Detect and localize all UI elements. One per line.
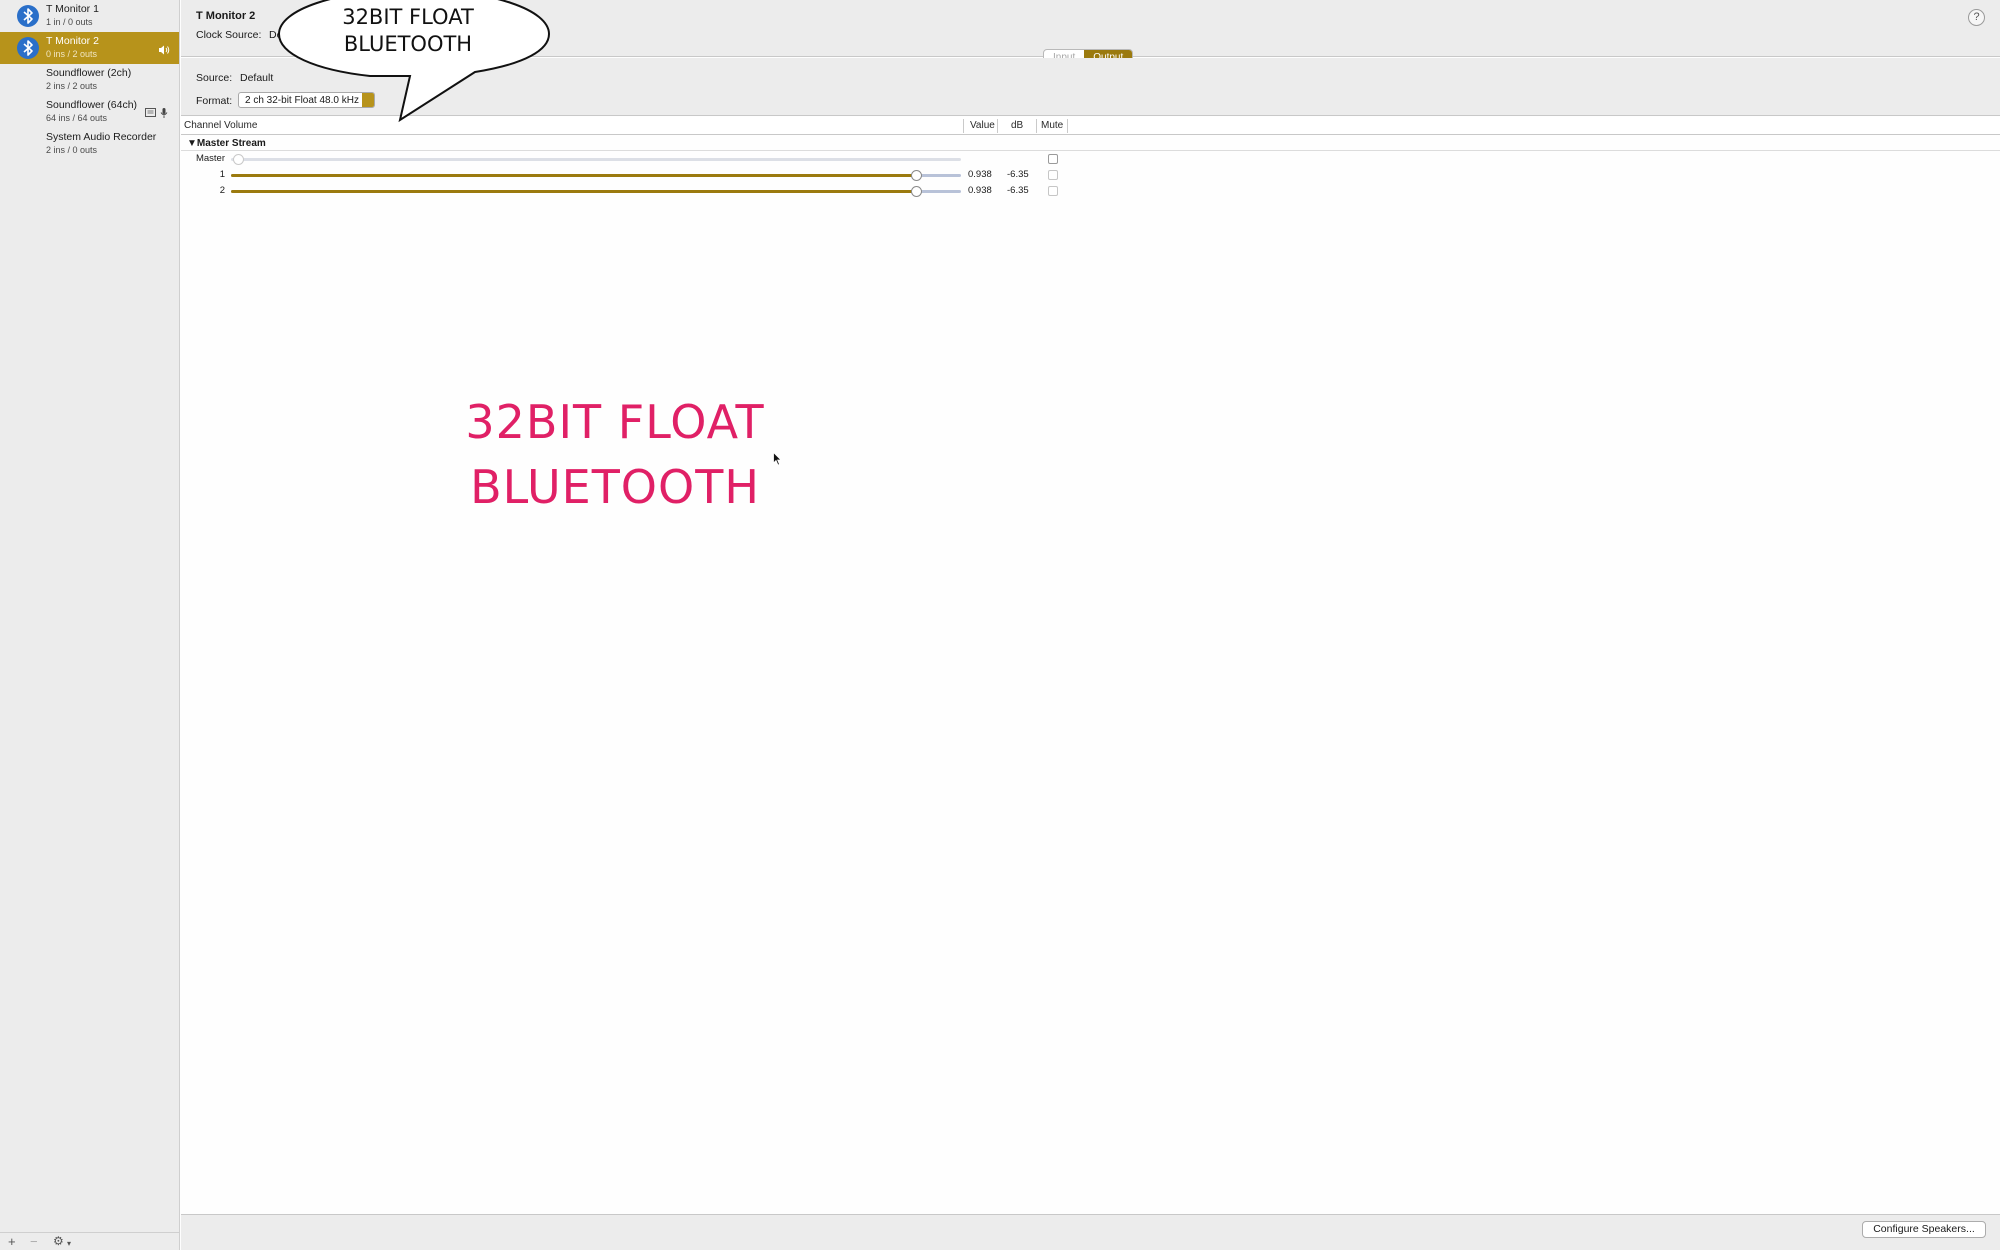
device-io-count: 2 ins / 0 outs — [46, 145, 98, 155]
device-io-count: 2 ins / 2 outs — [46, 81, 98, 91]
device-io-count: 0 ins / 2 outs — [46, 49, 98, 59]
speech-bubble-text: 32BIT FLOAT BLUETOOTH — [290, 4, 526, 58]
column-divider — [997, 119, 998, 133]
channel-db: -6.35 — [1007, 169, 1029, 180]
channel-row: 2 0.938 -6.35 — [181, 183, 2000, 199]
channel-label: Master — [195, 153, 225, 164]
volume-slider-knob[interactable] — [910, 170, 922, 181]
device-sidebar: T Monitor 1 1 in / 0 outs T Monitor 2 0 … — [0, 0, 180, 1250]
column-divider — [1067, 119, 1068, 133]
channel-row: 1 0.938 -6.35 — [181, 167, 2000, 183]
volume-slider[interactable] — [231, 186, 961, 197]
column-divider — [1036, 119, 1037, 133]
channel-value: 0.938 — [968, 169, 992, 180]
device-name: Soundflower (2ch) — [46, 67, 132, 79]
column-mute[interactable]: Mute — [1041, 120, 1063, 131]
speech-bubble-line: BLUETOOTH — [343, 32, 473, 56]
device-item-t-monitor-1[interactable]: T Monitor 1 1 in / 0 outs — [0, 0, 179, 32]
device-name: T Monitor 2 — [46, 35, 99, 47]
audio-midi-setup-window: T Monitor 1 1 in / 0 outs T Monitor 2 0 … — [0, 0, 2000, 1250]
column-db[interactable]: dB — [1011, 120, 1023, 131]
device-io-count: 64 ins / 64 outs — [46, 113, 108, 123]
microphone-icon — [160, 108, 168, 118]
source-label: Source: — [196, 72, 233, 84]
device-name: Soundflower (64ch) — [46, 99, 138, 111]
format-label: Format: — [196, 95, 233, 107]
column-divider — [963, 119, 964, 133]
device-name: System Audio Recorder — [46, 131, 157, 143]
channel-label: 1 — [219, 169, 225, 180]
mouse-cursor-icon — [773, 452, 782, 466]
bluetooth-icon — [17, 5, 39, 27]
mute-checkbox[interactable] — [1048, 186, 1058, 196]
clock-source-label: Clock Source: — [196, 29, 262, 41]
sidebar-toolbar: + − ⚙ ▾ — [0, 1232, 179, 1250]
master-stream-group[interactable]: ▼Master Stream — [181, 136, 2000, 151]
speech-bubble-line: 32BIT FLOAT — [342, 5, 474, 29]
add-device-button[interactable]: + — [8, 1234, 16, 1249]
device-detail-pane: T Monitor 2 Clock Source: De ? Input Out… — [181, 0, 2000, 1250]
bluetooth-icon — [17, 37, 39, 59]
help-button[interactable]: ? — [1968, 9, 1985, 26]
device-item-t-monitor-2[interactable]: T Monitor 2 0 ins / 2 outs — [0, 32, 179, 64]
volume-slider-fill — [231, 190, 916, 193]
screen-icon — [145, 108, 156, 117]
device-title: T Monitor 2 — [196, 10, 256, 22]
mute-checkbox[interactable] — [1048, 170, 1058, 180]
device-item-soundflower-2ch[interactable]: Soundflower (2ch) 2 ins / 2 outs — [0, 64, 179, 96]
column-value[interactable]: Value — [970, 120, 995, 131]
volume-slider[interactable] — [231, 154, 961, 165]
chevron-down-icon[interactable]: ▾ — [67, 1236, 71, 1250]
device-name: T Monitor 1 — [46, 3, 99, 15]
device-item-soundflower-64ch[interactable]: Soundflower (64ch) 64 ins / 64 outs — [0, 96, 179, 128]
annotation-line: 32BIT FLOAT — [465, 395, 765, 449]
volume-slider[interactable] — [231, 170, 961, 181]
configure-speakers-button[interactable]: Configure Speakers... — [1862, 1221, 1986, 1238]
channel-value: 0.938 — [968, 185, 992, 196]
remove-device-button[interactable]: − — [30, 1234, 38, 1249]
volume-slider-knob[interactable] — [233, 154, 245, 165]
column-channel-volume[interactable]: Channel Volume — [184, 120, 257, 131]
device-io-count: 1 in / 0 outs — [46, 17, 93, 27]
mute-checkbox[interactable] — [1048, 154, 1058, 164]
channel-db: -6.35 — [1007, 185, 1029, 196]
channel-label: 2 — [219, 185, 225, 196]
handwritten-annotation: 32BIT FLOAT BLUETOOTH — [400, 390, 830, 520]
window-footer: Configure Speakers... — [181, 1214, 2000, 1250]
volume-slider-fill — [231, 174, 916, 177]
channel-row: Master — [181, 151, 2000, 167]
stream-label: ▼Master Stream — [187, 138, 266, 149]
device-item-system-audio-recorder[interactable]: System Audio Recorder 2 ins / 0 outs — [0, 128, 179, 160]
default-output-speaker-icon — [159, 45, 170, 55]
annotation-line: BLUETOOTH — [470, 460, 760, 514]
volume-slider-knob[interactable] — [910, 186, 922, 197]
gear-icon[interactable]: ⚙ — [53, 1234, 64, 1249]
source-value: Default — [240, 72, 274, 84]
